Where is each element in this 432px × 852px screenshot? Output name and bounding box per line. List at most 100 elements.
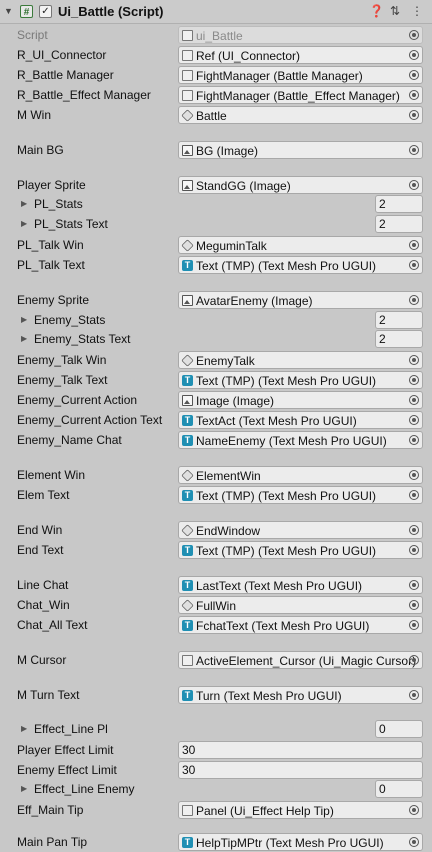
- object-picker-icon[interactable]: [409, 395, 419, 405]
- field-label: Player Effect Limit: [17, 743, 114, 757]
- field-label[interactable]: PL_Stats: [34, 197, 83, 211]
- array-size-field[interactable]: 2: [375, 330, 423, 348]
- property-row: Player Effect Limit 30: [0, 740, 432, 760]
- object-picker-icon[interactable]: [409, 545, 419, 555]
- array-size-field[interactable]: 0: [375, 780, 423, 798]
- object-picker-icon[interactable]: [409, 240, 419, 250]
- object-reference-field[interactable]: T Text (TMP) (Text Mesh Pro UGUI): [178, 371, 423, 389]
- expand-triangle-icon[interactable]: ▶: [21, 784, 27, 793]
- object-picker-icon[interactable]: [409, 145, 419, 155]
- field-value: TextAct (Text Mesh Pro UGUI): [196, 414, 357, 428]
- object-reference-field[interactable]: EnemyTalk: [178, 351, 423, 369]
- array-size-field[interactable]: 2: [375, 195, 423, 213]
- object-picker-icon[interactable]: [409, 580, 419, 590]
- field-label: Elem Text: [17, 488, 70, 502]
- object-picker-icon[interactable]: [409, 600, 419, 610]
- object-picker-icon[interactable]: [409, 837, 419, 847]
- object-picker-icon[interactable]: [409, 110, 419, 120]
- object-reference-field[interactable]: Battle: [178, 106, 423, 124]
- object-reference-field[interactable]: T Text (TMP) (Text Mesh Pro UGUI): [178, 541, 423, 559]
- object-picker-icon[interactable]: [409, 435, 419, 445]
- expand-triangle-icon[interactable]: ▶: [21, 199, 27, 208]
- object-reference-field[interactable]: Ref (UI_Connector): [178, 46, 423, 64]
- expand-triangle-icon[interactable]: ▶: [21, 219, 27, 228]
- property-row: R_Battle Manager FightManager (Battle Man…: [0, 65, 432, 85]
- object-picker-icon[interactable]: [409, 620, 419, 630]
- property-row: Enemy_Name Chat T NameEnemy (Text Mesh Pro…: [0, 430, 432, 450]
- object-reference-field[interactable]: T LastText (Text Mesh Pro UGUI): [178, 576, 423, 594]
- text-mesh-pro-icon: T: [182, 375, 193, 386]
- text-mesh-pro-icon: T: [182, 545, 193, 556]
- component-enabled-checkbox[interactable]: ✓: [39, 5, 52, 18]
- property-row: PL_Talk Win MeguminTalk: [0, 235, 432, 255]
- script-icon: [182, 50, 193, 61]
- object-picker-icon[interactable]: [409, 180, 419, 190]
- expand-triangle-icon[interactable]: ▶: [21, 315, 27, 324]
- more-options-icon[interactable]: ⋮: [411, 4, 423, 18]
- field-label[interactable]: PL_Stats Text: [34, 217, 108, 231]
- object-reference-field[interactable]: T FchatText (Text Mesh Pro UGUI): [178, 616, 423, 634]
- int-field[interactable]: 30: [178, 741, 423, 759]
- field-value: ElementWin: [196, 469, 261, 483]
- object-picker-icon[interactable]: [409, 525, 419, 535]
- object-reference-field[interactable]: ElementWin: [178, 466, 423, 484]
- object-picker-icon[interactable]: [409, 655, 419, 665]
- property-row: ▶ Enemy_Stats Text 2: [0, 329, 432, 349]
- object-reference-field[interactable]: FightManager (Battle Manager): [178, 66, 423, 84]
- field-label: Main Pan Tip: [17, 835, 88, 849]
- object-reference-field[interactable]: T TextAct (Text Mesh Pro UGUI): [178, 411, 423, 429]
- field-label: Enemy_Talk Text: [17, 373, 108, 387]
- object-picker-icon[interactable]: [409, 470, 419, 480]
- expand-triangle-icon[interactable]: ▶: [21, 334, 27, 343]
- object-picker-icon[interactable]: [409, 690, 419, 700]
- presets-icon[interactable]: ⇅: [390, 4, 400, 18]
- object-reference-field[interactable]: T Turn (Text Mesh Pro UGUI): [178, 686, 423, 704]
- object-picker-icon[interactable]: [409, 490, 419, 500]
- field-label: End Win: [17, 523, 63, 537]
- object-reference-field[interactable]: StandGG (Image): [178, 176, 423, 194]
- property-row: R_Battle_Effect Manager FightManager (Bat…: [0, 85, 432, 105]
- text-mesh-pro-icon: T: [182, 620, 193, 631]
- field-value: FightManager (Battle_Effect Manager): [196, 89, 400, 103]
- field-value: EndWindow: [196, 524, 261, 538]
- object-reference-field[interactable]: Panel (Ui_Effect Help Tip): [178, 801, 423, 819]
- object-picker-icon[interactable]: [409, 70, 419, 80]
- object-picker-icon[interactable]: [409, 355, 419, 365]
- object-reference-field[interactable]: FightManager (Battle_Effect Manager): [178, 86, 423, 104]
- object-picker-icon[interactable]: [409, 90, 419, 100]
- int-field[interactable]: 30: [178, 761, 423, 779]
- object-picker-icon[interactable]: [409, 260, 419, 270]
- help-icon[interactable]: ❓: [369, 4, 384, 18]
- field-label[interactable]: Effect_Line Enemy: [34, 782, 135, 796]
- object-picker-icon[interactable]: [409, 415, 419, 425]
- object-reference-field[interactable]: ActiveElement_Cursor (Ui_Magic Cursor): [178, 651, 423, 669]
- object-picker-icon[interactable]: [409, 50, 419, 60]
- field-label: Line Chat: [17, 578, 69, 592]
- object-reference-field[interactable]: T HelpTipMPtr (Text Mesh Pro UGUI): [178, 833, 423, 851]
- array-size-field[interactable]: 2: [375, 311, 423, 329]
- field-label[interactable]: Effect_Line Pl: [34, 722, 108, 736]
- object-picker-icon[interactable]: [409, 805, 419, 815]
- field-label[interactable]: Enemy_Stats Text: [34, 332, 131, 346]
- object-reference-field[interactable]: MeguminTalk: [178, 236, 423, 254]
- image-icon: [182, 395, 193, 406]
- object-reference-field[interactable]: T Text (TMP) (Text Mesh Pro UGUI): [178, 486, 423, 504]
- field-label: Script: [17, 28, 48, 42]
- object-reference-field[interactable]: Image (Image): [178, 391, 423, 409]
- object-reference-field[interactable]: EndWindow: [178, 521, 423, 539]
- collapse-triangle-icon[interactable]: ▼: [4, 6, 13, 16]
- property-row: ▶ PL_Stats 2: [0, 194, 432, 214]
- expand-triangle-icon[interactable]: ▶: [21, 724, 27, 733]
- object-reference-field[interactable]: T Text (TMP) (Text Mesh Pro UGUI): [178, 256, 423, 274]
- object-picker-icon[interactable]: [409, 375, 419, 385]
- object-picker-icon[interactable]: [409, 295, 419, 305]
- array-size-field[interactable]: 2: [375, 215, 423, 233]
- field-value: Text (TMP) (Text Mesh Pro UGUI): [196, 544, 377, 558]
- object-reference-field[interactable]: BG (Image): [178, 141, 423, 159]
- object-reference-field[interactable]: AvatarEnemy (Image): [178, 291, 423, 309]
- object-reference-field[interactable]: FullWin: [178, 596, 423, 614]
- field-label[interactable]: Enemy_Stats: [34, 313, 105, 327]
- array-size-field[interactable]: 0: [375, 720, 423, 738]
- object-reference-field[interactable]: T NameEnemy (Text Mesh Pro UGUI): [178, 431, 423, 449]
- property-row: Main Pan Tip T HelpTipMPtr (Text Mesh Pro …: [0, 832, 432, 852]
